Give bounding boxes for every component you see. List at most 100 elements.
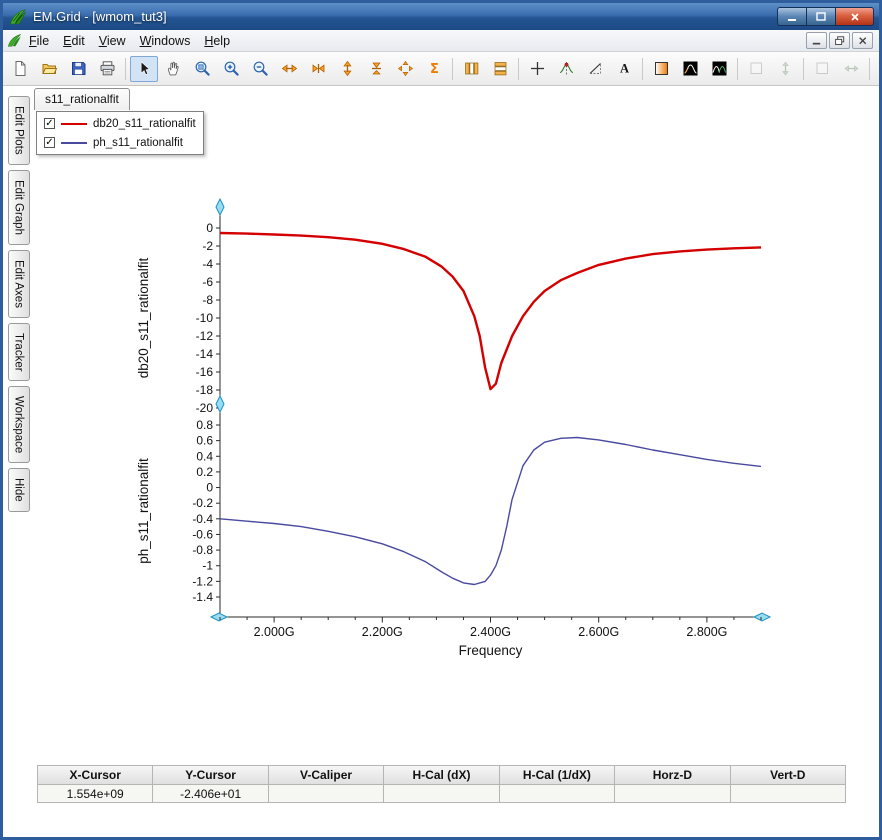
series-ph_s11_rationalfit	[219, 436, 762, 586]
sidebar-item-edit-graph[interactable]: Edit Graph	[7, 169, 30, 245]
full-extents-button[interactable]	[391, 56, 419, 82]
zoom-in-button[interactable]	[217, 56, 245, 82]
toolbar: Σ A	[3, 52, 879, 86]
readout-header: H-Cal (dX)	[384, 766, 500, 785]
fit-y-button[interactable]	[333, 56, 361, 82]
sidebar-item-workspace[interactable]: Workspace	[7, 386, 30, 464]
plot-canvas[interactable]: 0-2-4-6-8-10-12-14-16-18-20db20_s11_rati…	[128, 195, 778, 665]
readout-header: Vert-D	[730, 766, 846, 785]
close-button[interactable]	[835, 7, 874, 26]
menu-item-windows[interactable]: Windows	[133, 31, 198, 51]
svg-text:-0.8: -0.8	[192, 543, 213, 557]
plot-legend: ✓ db20_s11_rationalfit ✓ ph_s11_rationalfit	[36, 111, 204, 155]
slope-button[interactable]	[581, 56, 609, 82]
readout-header: X-Cursor	[38, 766, 154, 785]
mdi-window-controls	[806, 32, 873, 49]
sync-x-checkbox-button[interactable]	[808, 56, 836, 82]
svg-text:0.2: 0.2	[196, 465, 213, 479]
layout-button[interactable]	[874, 56, 879, 82]
client-area: s11_rationalfit Edit Plots Edit Graph Edit…	[3, 86, 879, 837]
mdi-restore-button[interactable]	[829, 32, 850, 49]
svg-text:2.800G: 2.800G	[686, 625, 727, 639]
svg-text:-0.2: -0.2	[192, 496, 213, 510]
svg-text:2.400G: 2.400G	[470, 625, 511, 639]
pan-button[interactable]	[159, 56, 187, 82]
sidebar-item-edit-axes[interactable]: Edit Axes	[7, 249, 30, 318]
legend-label: db20_s11_rationalfit	[93, 117, 196, 130]
save-icon	[71, 62, 85, 75]
sidebar-item-edit-plots[interactable]: Edit Plots	[7, 96, 30, 165]
text-annotation-button[interactable]: A	[610, 56, 638, 82]
fit-y-axis-icon	[342, 60, 352, 77]
svg-text:-14: -14	[196, 347, 214, 361]
contour-plot-button[interactable]	[705, 56, 733, 82]
svg-text:0: 0	[206, 221, 213, 235]
surface-plot-button[interactable]	[676, 56, 704, 82]
select-cursor-button[interactable]	[130, 55, 158, 82]
maximize-button[interactable]	[806, 7, 835, 26]
sum-button[interactable]: Σ	[420, 56, 448, 82]
zoom-region-icon	[195, 61, 210, 76]
legend-checkbox[interactable]: ✓	[44, 137, 55, 148]
cursor-arrow-icon	[140, 61, 150, 75]
toolbar-separator	[869, 57, 870, 80]
zoom-region-button[interactable]	[188, 56, 216, 82]
menu-item-view[interactable]: View	[92, 31, 133, 51]
horizontal-caliper-button[interactable]	[486, 56, 514, 82]
tracker-button[interactable]	[552, 56, 580, 82]
window-title: EM.Grid - [wmom_tut3]	[33, 9, 167, 24]
app-window: EM.Grid - [wmom_tut3] File Edit View Window…	[0, 0, 882, 840]
zoom-out-button[interactable]	[246, 56, 274, 82]
sidebar-item-tracker[interactable]: Tracker	[7, 322, 30, 382]
shrink-x-button[interactable]	[304, 56, 332, 82]
fit-x-axis-icon	[281, 64, 297, 73]
svg-text:0.4: 0.4	[196, 449, 213, 463]
full-extents-icon	[397, 60, 413, 77]
horizontal-rows-icon	[494, 62, 506, 76]
legend-item[interactable]: ✓ db20_s11_rationalfit	[44, 116, 196, 131]
side-tab-strip: Edit Plots Edit Graph Edit Axes Tracker Work…	[5, 96, 32, 513]
y-axis-end-marker	[215, 197, 225, 217]
menu-item-file[interactable]: File	[22, 31, 56, 51]
print-button[interactable]	[93, 56, 121, 82]
svg-text:0.8: 0.8	[196, 418, 213, 432]
tracker-icon	[559, 62, 573, 75]
legend-label: ph_s11_rationalfit	[93, 136, 183, 149]
readout-header: V-Caliper	[268, 766, 385, 785]
shrink-x-axis-icon	[312, 64, 324, 73]
sync-y-button[interactable]	[771, 56, 799, 82]
save-button[interactable]	[64, 56, 92, 82]
minimize-button[interactable]	[777, 7, 806, 26]
legend-item[interactable]: ✓ ph_s11_rationalfit	[44, 135, 196, 150]
tab-s11-rationalfit[interactable]: s11_rationalfit	[34, 88, 130, 110]
mdi-app-icon	[7, 34, 21, 47]
toolbar-separator	[125, 57, 126, 80]
open-button[interactable]	[35, 56, 63, 82]
new-button[interactable]	[6, 56, 34, 82]
shrink-y-button[interactable]	[362, 56, 390, 82]
horizontal-arrows-icon	[844, 65, 858, 72]
checkbox-square-icon	[816, 62, 828, 74]
mdi-minimize-button[interactable]	[806, 32, 827, 49]
title-bar[interactable]: EM.Grid - [wmom_tut3]	[3, 3, 879, 30]
mdi-close-button[interactable]	[852, 32, 873, 49]
close-icon	[850, 12, 859, 21]
menu-item-help[interactable]: Help	[197, 31, 237, 51]
legend-checkbox[interactable]: ✓	[44, 118, 55, 129]
colormap-button[interactable]	[647, 56, 675, 82]
series-db20_s11_rationalfit	[219, 231, 762, 391]
svg-text:2.600G: 2.600G	[578, 625, 619, 639]
toolbar-separator	[737, 57, 738, 80]
readout-header: Y-Cursor	[153, 766, 269, 785]
sync-y-checkbox-button[interactable]	[742, 56, 770, 82]
menu-item-edit[interactable]: Edit	[56, 31, 92, 51]
crosshair-icon	[530, 62, 544, 75]
sidebar-item-hide[interactable]: Hide	[7, 468, 30, 513]
crosshair-button[interactable]	[523, 56, 551, 82]
toolbar-separator	[518, 57, 519, 80]
vertical-caliper-button[interactable]	[457, 56, 485, 82]
svg-text:-16: -16	[196, 365, 214, 379]
sync-x-button[interactable]	[837, 56, 865, 82]
checkbox-square-icon	[750, 62, 762, 74]
fit-x-button[interactable]	[275, 56, 303, 82]
